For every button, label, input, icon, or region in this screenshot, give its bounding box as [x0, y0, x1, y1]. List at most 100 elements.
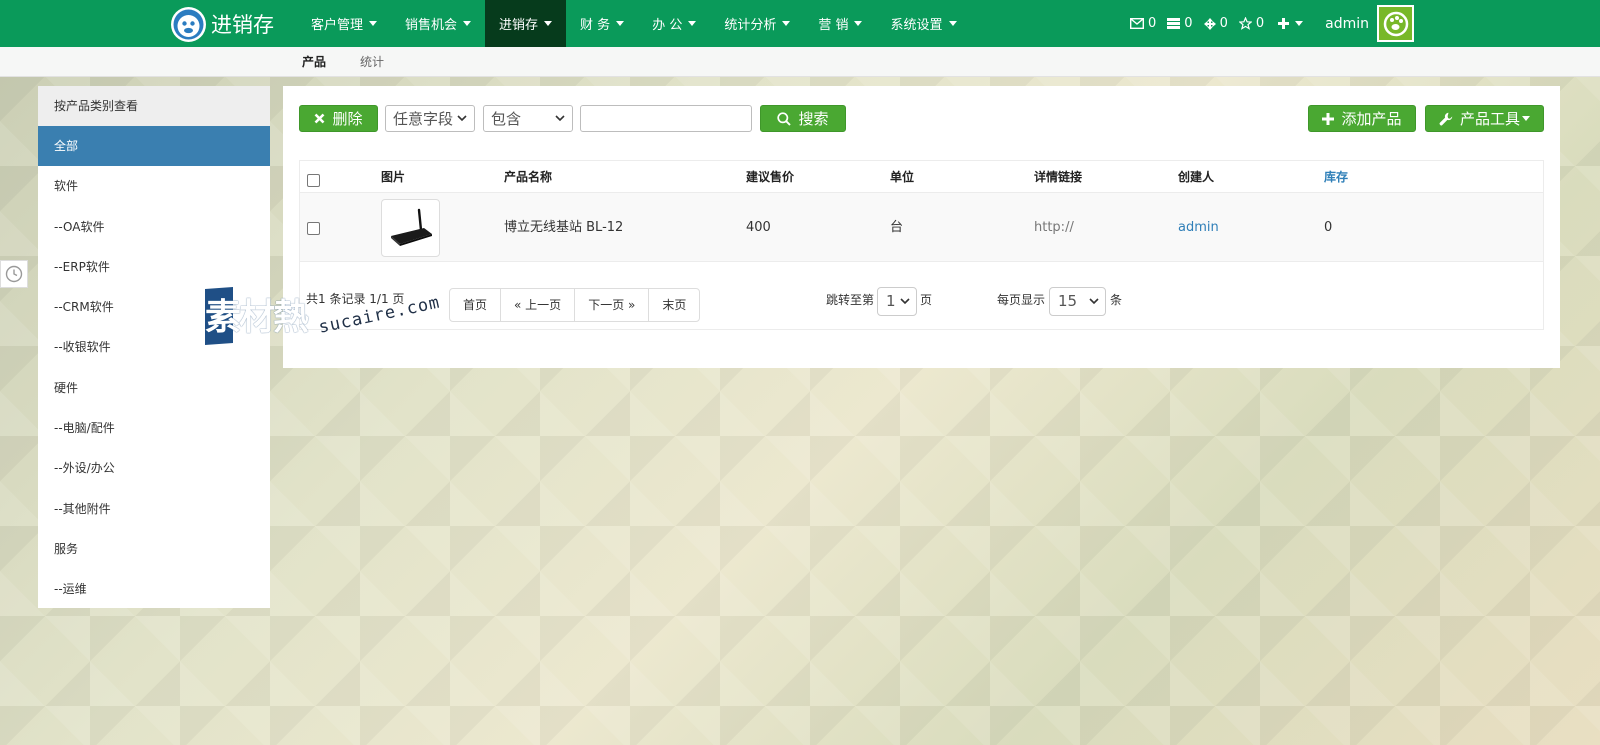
prev-page-button[interactable]: « 上一页 [501, 289, 576, 321]
caret-down-icon [948, 21, 957, 26]
per-page-select[interactable]: 15 [1049, 287, 1106, 316]
plus-icon [1278, 18, 1290, 29]
field-select[interactable]: 任意字段 [385, 105, 475, 132]
delete-label: 删除 [332, 110, 363, 128]
favorites-counter[interactable]: 0 [1238, 16, 1265, 31]
product-creator[interactable]: admin [1178, 193, 1219, 262]
tasks-count: 0 [1184, 16, 1193, 31]
next-page-button[interactable]: 下一页 » [575, 289, 650, 321]
product-stock: 0 [1324, 220, 1333, 235]
menu-office[interactable]: 办 公 [638, 0, 710, 47]
messages-counter[interactable]: 0 [1203, 16, 1228, 31]
menu-label: 客户管理 [311, 18, 364, 33]
router-image-icon [390, 208, 432, 246]
select-all-checkbox[interactable] [307, 174, 320, 187]
list-icon [1167, 18, 1181, 29]
paw-avatar-icon [1383, 11, 1408, 36]
quick-add-menu[interactable] [1278, 18, 1304, 29]
menu-label: 办 公 [652, 18, 683, 33]
per-page-suffix: 条 [1110, 293, 1123, 307]
sidebar-item-oa-software[interactable]: --OA软件 [38, 207, 270, 247]
column-link: 详情链接 [1034, 170, 1083, 184]
clock-icon [5, 265, 23, 283]
product-tools-button[interactable]: 产品工具 [1425, 105, 1544, 132]
jump-prefix: 跳转至第 [826, 293, 875, 307]
messages-count: 0 [1219, 16, 1228, 31]
condition-select-value: 包含 [491, 110, 522, 128]
move-arrows-icon [1203, 17, 1216, 30]
product-panel: 删除 任意字段 包含 搜索 添加产品 产品工具 图片 产品名称 建议售价 单位 … [283, 86, 1560, 368]
top-navbar: 进销存 客户管理 销售机会 进销存 财 务 办 公 统计分析 营 销 系统设置 … [0, 0, 1600, 47]
menu-label: 营 销 [818, 18, 849, 33]
product-tools-label: 产品工具 [1459, 110, 1520, 128]
tab-statistics[interactable]: 统计 [360, 47, 384, 77]
sidebar-item-maintenance[interactable]: --运维 [38, 569, 270, 609]
menu-inventory[interactable]: 进销存 [485, 0, 567, 47]
history-button[interactable] [0, 260, 28, 288]
sidebar-item-peripherals[interactable]: --外设/办公 [38, 448, 270, 488]
menu-label: 销售机会 [405, 18, 458, 33]
caret-down-icon [544, 21, 553, 26]
menu-label: 统计分析 [724, 18, 777, 33]
tab-products[interactable]: 产品 [302, 47, 326, 77]
wrench-icon [1439, 112, 1453, 125]
search-input[interactable] [580, 105, 752, 132]
last-page-button[interactable]: 末页 [649, 289, 699, 321]
column-name: 产品名称 [504, 170, 553, 184]
nav-right: 0 0 0 0 admin [1130, 0, 1414, 47]
mail-count: 0 [1148, 16, 1157, 31]
caret-down-icon [782, 21, 791, 26]
product-name[interactable]: 博立无线基站 BL-12 [504, 193, 623, 262]
caret-down-icon [1522, 116, 1530, 121]
menu-statistics[interactable]: 统计分析 [710, 0, 804, 47]
caret-down-icon [463, 21, 472, 26]
search-button[interactable]: 搜索 [760, 105, 846, 132]
menu-marketing[interactable]: 营 销 [804, 0, 876, 47]
menu-customer[interactable]: 客户管理 [297, 0, 391, 47]
menu-sales-opportunity[interactable]: 销售机会 [391, 0, 485, 47]
per-page-value: 15 [1058, 292, 1078, 310]
chevron-down-icon [1089, 298, 1099, 305]
plus-icon [1322, 112, 1335, 125]
menu-label: 进销存 [499, 18, 539, 33]
user-name[interactable]: admin [1325, 16, 1369, 32]
column-price: 建议售价 [746, 170, 795, 184]
jump-suffix: 页 [920, 293, 933, 307]
add-product-button[interactable]: 添加产品 [1308, 105, 1416, 132]
condition-select[interactable]: 包含 [483, 105, 573, 132]
menu-finance[interactable]: 财 务 [566, 0, 638, 47]
caret-down-icon [1295, 21, 1304, 26]
column-stock-sort[interactable]: 库存 [1324, 161, 1348, 193]
search-label: 搜索 [798, 110, 829, 128]
field-select-value: 任意字段 [393, 110, 454, 128]
pagination: 共1 条记录 1/1 页 首页 « 上一页 下一页 » 末页 跳转至第 1 页 … [300, 262, 1543, 330]
brand[interactable]: 进销存 [171, 6, 274, 42]
sidebar-item-computer-parts[interactable]: --电脑/配件 [38, 408, 270, 448]
jump-page-select[interactable]: 1 [877, 287, 917, 316]
product-link[interactable]: http:// [1034, 193, 1074, 262]
sidebar-item-hardware[interactable]: 硬件 [38, 368, 270, 408]
close-icon [315, 113, 325, 124]
first-page-button[interactable]: 首页 [450, 289, 502, 321]
monkey-logo-icon [171, 6, 206, 42]
sidebar-item-erp-software[interactable]: --ERP软件 [38, 247, 270, 287]
menu-system-settings[interactable]: 系统设置 [876, 0, 970, 47]
pager: 首页 « 上一页 下一页 » 末页 [449, 288, 701, 322]
sidebar-header: 按产品类别查看 [38, 86, 270, 126]
mail-counter[interactable]: 0 [1130, 16, 1156, 31]
delete-button[interactable]: 删除 [299, 105, 378, 132]
avatar[interactable] [1377, 5, 1414, 42]
tasks-counter[interactable]: 0 [1167, 16, 1193, 31]
product-table: 图片 产品名称 建议售价 单位 详情链接 创建人 库存 博立无线基站 BL-12… [299, 160, 1544, 330]
chevron-down-icon [555, 115, 565, 122]
row-checkbox[interactable] [307, 222, 320, 235]
caret-down-icon [688, 21, 697, 26]
jump-page-value: 1 [886, 292, 896, 310]
favorites-count: 0 [1255, 16, 1265, 31]
sidebar-item-services[interactable]: 服务 [38, 529, 270, 569]
table-row[interactable]: 博立无线基站 BL-12 400 台 http:// admin 0 [300, 193, 1543, 262]
product-thumbnail[interactable] [381, 199, 440, 257]
sidebar-item-other-accessories[interactable]: --其他附件 [38, 489, 270, 529]
sidebar-item-software[interactable]: 软件 [38, 166, 270, 206]
sidebar-item-all[interactable]: 全部 [38, 126, 270, 167]
